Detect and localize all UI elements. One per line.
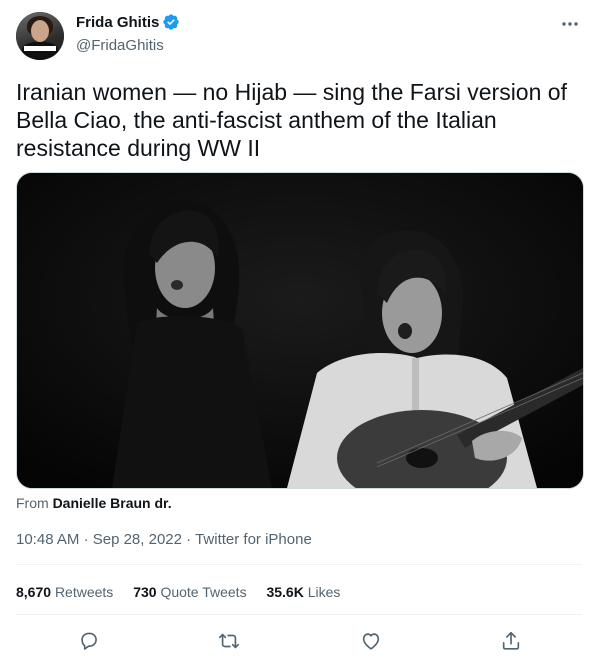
verified-badge-icon xyxy=(162,13,180,31)
timestamp-separator-2: · xyxy=(186,531,192,548)
author-display-name[interactable]: Frida Ghitis xyxy=(76,14,159,31)
retweets-stat[interactable]: 8,670 Retweets xyxy=(16,584,113,600)
timestamp-separator: · xyxy=(83,531,89,548)
quote-tweets-label: Quote Tweets xyxy=(160,584,247,600)
tweet-timestamp: 10:48 AM · Sep 28, 2022 · Twitter for iP… xyxy=(16,531,312,548)
quote-tweets-count: 730 xyxy=(133,584,157,600)
media-attribution: From Danielle Braun dr. xyxy=(16,495,172,511)
tweet-source[interactable]: Twitter for iPhone xyxy=(195,531,312,548)
retweets-count: 8,670 xyxy=(16,584,52,600)
like-icon[interactable] xyxy=(358,628,384,654)
tweet-stats: 8,670 Retweets 730 Quote Tweets 35.6K Li… xyxy=(16,584,356,600)
attribution-prefix: From xyxy=(16,495,49,511)
author-name-row: Frida Ghitis xyxy=(76,13,180,31)
likes-count: 35.6K xyxy=(266,584,304,600)
tweet-actions xyxy=(16,628,582,654)
quote-tweets-stat[interactable]: 730 Quote Tweets xyxy=(133,584,246,600)
more-options-icon[interactable] xyxy=(558,14,582,34)
tweet-text: Iranian women — no Hijab — sing the Fars… xyxy=(16,79,567,161)
tweet-date[interactable]: Sep 28, 2022 xyxy=(93,531,182,548)
attribution-source-link[interactable]: Danielle Braun dr. xyxy=(53,495,172,511)
divider-2 xyxy=(16,614,582,615)
likes-stat[interactable]: 35.6K Likes xyxy=(266,584,340,600)
author-handle[interactable]: @FridaGhitis xyxy=(76,37,164,54)
author-avatar[interactable] xyxy=(16,12,64,60)
retweet-icon[interactable] xyxy=(216,628,242,654)
share-icon[interactable] xyxy=(498,628,524,654)
divider xyxy=(16,564,582,565)
tweet-time[interactable]: 10:48 AM xyxy=(16,531,79,548)
retweets-label: Retweets xyxy=(54,584,114,600)
tweet-video[interactable] xyxy=(16,172,584,489)
reply-icon[interactable] xyxy=(76,628,102,654)
tweet: Frida Ghitis @FridaGhitis Iranian women … xyxy=(0,0,598,665)
likes-label: Likes xyxy=(307,584,341,600)
